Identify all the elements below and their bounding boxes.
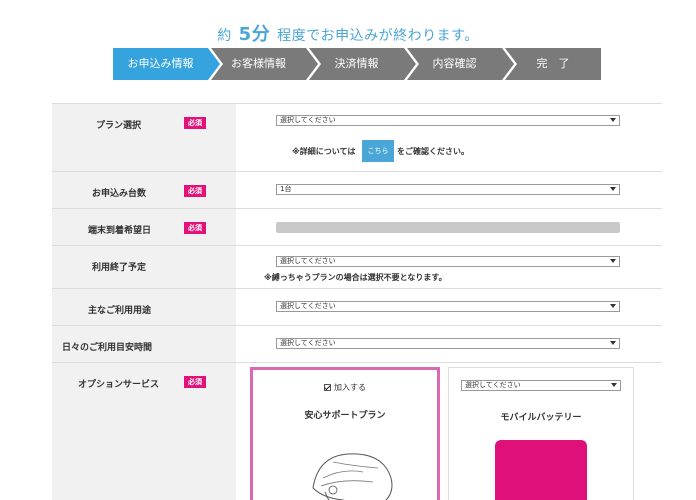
step-application-info: お申込み情報 bbox=[113, 48, 220, 80]
row-plan: プラン選択 必須 選択してください ※詳細については こちら をご確認ください。 bbox=[52, 104, 662, 172]
chevron-down-icon bbox=[611, 383, 617, 387]
battery-select-value: 選択してください bbox=[465, 381, 521, 389]
purpose-select[interactable]: 選択してください bbox=[276, 301, 620, 312]
option-card-support-plan[interactable]: 加入する 安心サポートプラン bbox=[250, 367, 440, 500]
battery-image bbox=[495, 440, 587, 500]
step-label: 内容確認 bbox=[432, 57, 477, 70]
row-label-cell: 端末到着希望日 必須 bbox=[52, 209, 236, 245]
details-link-button[interactable]: こちら bbox=[362, 140, 394, 162]
purpose-label: 主なご利用用途 bbox=[88, 306, 152, 316]
application-form: プラン選択 必須 選択してください ※詳細については こちら をご確認ください。… bbox=[52, 103, 662, 500]
step-payment-info: 決済情報 bbox=[309, 48, 416, 80]
checkbox-checked-icon[interactable] bbox=[324, 384, 331, 391]
arrival-date-field[interactable] bbox=[276, 222, 620, 233]
required-badge: 必須 bbox=[184, 185, 206, 197]
required-badge: 必須 bbox=[184, 376, 206, 388]
headline-post: 程度でお申込みが終わります。 bbox=[277, 28, 479, 44]
support-plan-name: 安心サポートプラン bbox=[304, 411, 386, 421]
end-date-select-value: 選択してください bbox=[280, 257, 336, 265]
row-label-cell: お申込み台数 必須 bbox=[52, 172, 236, 208]
daily-label: 日々のご利用目安時間 bbox=[62, 343, 153, 353]
row-options: オプションサービス 必須 加入する 安心サポートプラン 選択してください モバイ… bbox=[52, 363, 662, 500]
required-badge: 必須 bbox=[184, 117, 206, 129]
step-confirm: 内容確認 bbox=[407, 48, 514, 80]
step-complete: 完 了 bbox=[505, 48, 601, 80]
quantity-select-value: 1台 bbox=[280, 185, 292, 193]
end-date-note: ※縛っちゃうプランの場合は選択不要となります。 bbox=[264, 273, 447, 282]
headline-pre: 約 bbox=[217, 28, 232, 44]
step-label: お客様情報 bbox=[231, 57, 286, 70]
end-date-label: 利用終了予定 bbox=[92, 263, 147, 273]
plan-select[interactable]: 選択してください bbox=[276, 115, 620, 126]
step-customer-info: お客様情報 bbox=[211, 48, 318, 80]
chevron-down-icon bbox=[610, 341, 616, 345]
option-card-mobile-battery: 選択してください モバイルバッテリー bbox=[448, 367, 634, 500]
end-date-select[interactable]: 選択してください bbox=[276, 256, 620, 267]
row-daily-usage: 日々のご利用目安時間 選択してください bbox=[52, 326, 662, 363]
step-label: 決済情報 bbox=[334, 57, 379, 70]
step-label: 完 了 bbox=[536, 57, 570, 70]
row-purpose: 主なご利用用途 選択してください bbox=[52, 289, 662, 326]
row-arrival-date: 端末到着希望日 必須 bbox=[52, 209, 662, 246]
chevron-down-icon bbox=[610, 259, 616, 263]
headline-minutes: 5分 bbox=[238, 24, 271, 45]
daily-usage-select-value: 選択してください bbox=[280, 339, 336, 347]
row-end-date: 利用終了予定 選択してください ※縛っちゃうプランの場合は選択不要となります。 bbox=[52, 246, 662, 289]
battery-name: モバイルバッテリー bbox=[500, 413, 582, 423]
quantity-select[interactable]: 1台 bbox=[276, 184, 620, 195]
support-plan-checkbox-row[interactable]: 加入する bbox=[253, 382, 437, 393]
row-label-cell: 日々のご利用目安時間 bbox=[52, 326, 236, 362]
progress-steps: お申込み情報 お客様情報 決済情報 内容確認 完 了 bbox=[113, 48, 601, 80]
chevron-down-icon bbox=[610, 187, 616, 191]
step-label: お申込み情報 bbox=[127, 57, 194, 70]
options-label: オプションサービス bbox=[78, 380, 160, 390]
battery-select[interactable]: 選択してください bbox=[461, 380, 621, 391]
plan-label: プラン選択 bbox=[96, 121, 142, 131]
chevron-down-icon bbox=[610, 304, 616, 308]
purpose-select-value: 選択してください bbox=[280, 302, 336, 310]
row-label-cell: オプションサービス 必須 bbox=[52, 363, 236, 500]
row-label-cell: 利用終了予定 bbox=[52, 246, 236, 288]
checkbox-label: 加入する bbox=[334, 383, 366, 392]
plan-note-pre: ※詳細については bbox=[292, 147, 356, 156]
plan-note-post: をご確認ください。 bbox=[397, 147, 469, 156]
required-badge: 必須 bbox=[184, 222, 206, 234]
daily-usage-select[interactable]: 選択してください bbox=[276, 338, 620, 349]
row-quantity: お申込み台数 必須 1台 bbox=[52, 172, 662, 209]
plan-select-value: 選択してください bbox=[280, 116, 336, 124]
row-label-cell: プラン選択 必須 bbox=[52, 104, 236, 171]
row-label-cell: 主なご利用用途 bbox=[52, 289, 236, 325]
quantity-label: お申込み台数 bbox=[92, 189, 147, 199]
arrival-label: 端末到着希望日 bbox=[88, 226, 152, 236]
headline: 約 5分 程度でお申込みが終わります。 bbox=[0, 20, 696, 46]
chevron-down-icon bbox=[610, 118, 616, 122]
support-person-illustration-icon bbox=[312, 453, 393, 500]
